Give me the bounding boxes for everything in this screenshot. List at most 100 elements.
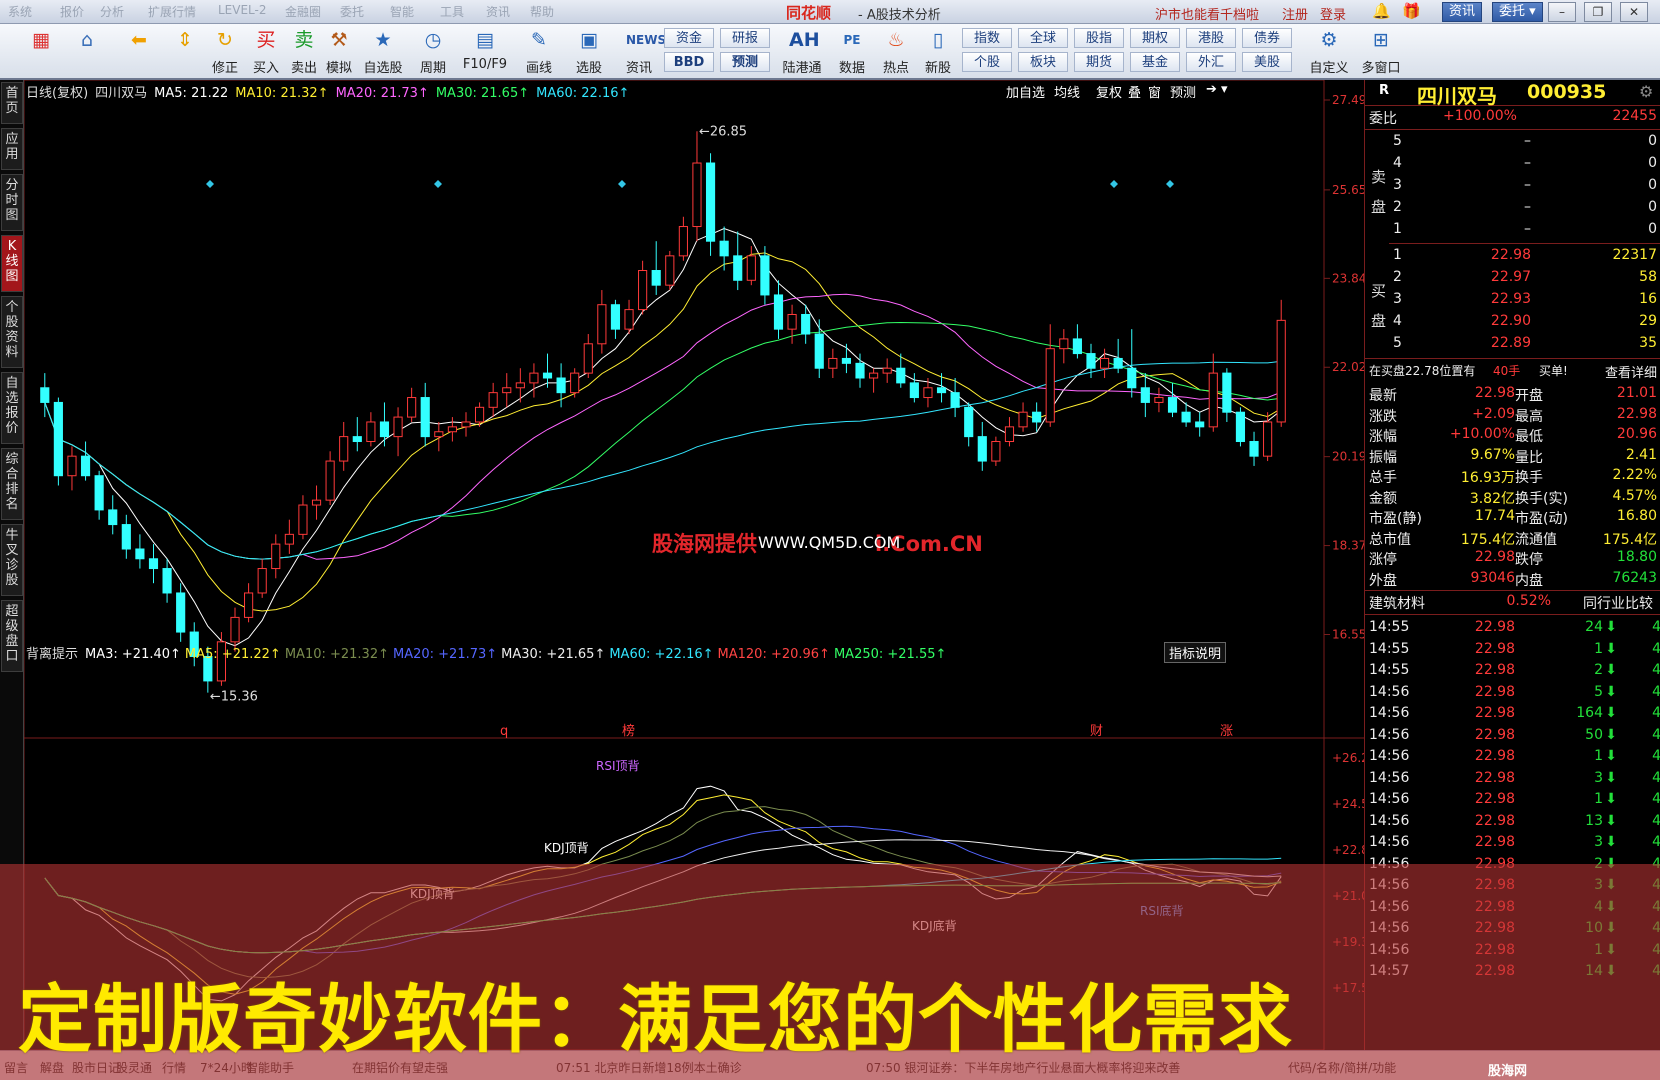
event-marker-icon[interactable] bbox=[1166, 180, 1174, 188]
toolbar-star-icon[interactable]: ★ 自选股 bbox=[360, 27, 406, 76]
side-tab-1[interactable]: 应 用 bbox=[1, 128, 23, 170]
event-tag[interactable]: 榜 bbox=[622, 723, 635, 739]
side-tab-0[interactable]: 首 页 bbox=[1, 82, 23, 124]
event-tag[interactable]: q bbox=[500, 724, 508, 739]
menu-item-1[interactable]: 报价 bbox=[60, 3, 84, 20]
toolbar-label: 数据 bbox=[838, 61, 865, 76]
candle-body bbox=[40, 387, 50, 403]
toolbar-grid-bottom-5[interactable]: 美股 bbox=[1242, 52, 1292, 72]
event-tag[interactable]: 涨 bbox=[1220, 724, 1233, 739]
toolbar-doc-icon[interactable]: ▤ F10/F9 bbox=[462, 27, 508, 72]
toolbar-top-1[interactable]: 研报 bbox=[720, 28, 770, 48]
chart-button-0[interactable]: 加自选 bbox=[1006, 82, 1045, 101]
toolbar-grid-top-5[interactable]: 债券 bbox=[1242, 28, 1292, 48]
indicator-name[interactable]: 背离提示 bbox=[26, 647, 78, 662]
chart-button-2[interactable]: 复权 bbox=[1096, 82, 1122, 101]
side-tab-4[interactable]: 个 股 资 料 bbox=[1, 296, 23, 368]
toolbar-grid-top-3[interactable]: 期权 bbox=[1130, 28, 1180, 48]
toolbar-mid-2[interactable]: ♨ 热点 bbox=[872, 27, 920, 76]
candle-body bbox=[719, 240, 729, 257]
candle-body bbox=[746, 255, 756, 281]
menu-item-7[interactable]: 智能 bbox=[390, 3, 414, 20]
stat-label: 最高 bbox=[1515, 408, 1543, 425]
minimize-button[interactable]: – bbox=[1548, 2, 1576, 22]
toolbar-bottom-1[interactable]: 预测 bbox=[720, 52, 770, 72]
chart-button-1[interactable]: 均线 bbox=[1054, 82, 1080, 101]
toolbar-mid-1[interactable]: PE 数据 bbox=[828, 27, 876, 76]
toolbar-grid-top-4[interactable]: 港股 bbox=[1186, 28, 1236, 48]
menu-item-9[interactable]: 资讯 bbox=[486, 3, 510, 20]
menu-item-4[interactable]: LEVEL-2 bbox=[218, 3, 267, 17]
toolbar-grid-bottom-2[interactable]: 期货 bbox=[1074, 52, 1124, 72]
toolbar-right-0[interactable]: ⚙ 自定义 bbox=[1304, 27, 1354, 76]
menu-item-8[interactable]: 工具 bbox=[440, 3, 464, 20]
login-link[interactable]: 登录 bbox=[1320, 4, 1346, 23]
event-tag[interactable]: 财 bbox=[1090, 724, 1103, 739]
side-tab-5[interactable]: 自 选 报 价 bbox=[1, 372, 23, 444]
toolbar-grid-bottom-4[interactable]: 外汇 bbox=[1186, 52, 1236, 72]
toolbar-clock-icon[interactable]: ◷ 周期 bbox=[410, 27, 456, 76]
event-marker-icon[interactable] bbox=[206, 180, 214, 188]
stat-label: 市盈(动) bbox=[1515, 511, 1568, 527]
side-tab-8[interactable]: 超 级 盘 口 bbox=[1, 600, 23, 672]
event-marker-icon[interactable] bbox=[618, 180, 626, 188]
candle-body bbox=[407, 397, 417, 418]
toolbar-grid-bottom-0[interactable]: 个股 bbox=[962, 52, 1012, 72]
toolbar-bottom-0[interactable]: BBD bbox=[664, 52, 714, 72]
chart-period-label[interactable]: 日线(复权) bbox=[26, 86, 88, 101]
toolbar-right-1[interactable]: ⊞ 多窗口 bbox=[1356, 27, 1406, 76]
menu-item-3[interactable]: 扩展行情 bbox=[148, 3, 196, 20]
side-tab-3[interactable]: K 线 图 bbox=[1, 235, 23, 292]
toolbar-home-icon[interactable]: ⌂ bbox=[64, 27, 110, 57]
toolbar-top-0[interactable]: 资金 bbox=[664, 28, 714, 48]
toolbar-pen-icon[interactable]: ✎ 画线 bbox=[516, 27, 562, 76]
menu-item-2[interactable]: 分析 bbox=[100, 3, 124, 20]
toolbar-news-icon[interactable]: NEWS 资讯 bbox=[616, 27, 666, 76]
toolbar-mid-0[interactable]: AH 陆港通 bbox=[778, 27, 826, 76]
toolbar-screen-icon[interactable]: ▣ 选股 bbox=[566, 27, 612, 76]
toolbar-mid-3[interactable]: ▯ 新股 bbox=[914, 27, 962, 76]
toolbar-grid-bottom-3[interactable]: 基金 bbox=[1130, 52, 1180, 72]
toolbar-back-arrow-icon[interactable]: ⬅ bbox=[116, 27, 162, 57]
event-marker-icon[interactable] bbox=[1110, 180, 1118, 188]
toolbar-grid-icon[interactable]: ▦ bbox=[18, 27, 64, 57]
chart-button-5[interactable]: 预测 bbox=[1170, 82, 1196, 101]
toolbar-hammer-icon[interactable]: ⚒ 模拟 bbox=[316, 27, 362, 76]
peer-compare-button[interactable]: 同行业比较 bbox=[1583, 593, 1653, 613]
toolbar-refresh-icon[interactable]: ↻ 修正 bbox=[202, 27, 248, 76]
menu-item-5[interactable]: 金融圈 bbox=[285, 3, 321, 20]
sub-chart-legend: 背离提示 MA3: +21.40↑ MA5: +21.22↑ MA10: +21.32… bbox=[26, 643, 950, 662]
menu-item-0[interactable]: 系统 bbox=[8, 3, 32, 20]
price: – bbox=[1524, 199, 1531, 215]
info-button[interactable]: 资讯 bbox=[1442, 2, 1483, 22]
detail-link[interactable]: 查看详细 bbox=[1605, 362, 1657, 381]
toolbar-grid-top-0[interactable]: 指数 bbox=[962, 28, 1012, 48]
side-tab-7[interactable]: 牛 叉 诊 股 bbox=[1, 524, 23, 596]
restore-button[interactable]: ❐ bbox=[1584, 2, 1612, 22]
menu-item-10[interactable]: 帮助 bbox=[530, 3, 554, 20]
register-link[interactable]: 注册 bbox=[1282, 4, 1308, 23]
level: 2 bbox=[1393, 199, 1402, 215]
chart-button-4[interactable]: 窗 bbox=[1148, 82, 1161, 101]
note-hands: 40手 bbox=[1493, 364, 1521, 378]
slogan-link[interactable]: 沪市也能看千档啦 bbox=[1155, 4, 1259, 23]
chart-button-3[interactable]: 叠 bbox=[1128, 82, 1141, 101]
toolbar: ▦ ⌂ ⬅ ⇕ ↻ 修正买买入卖卖出 ⚒ 模拟 ★ 自选股 ◷ 周期 ▤ F10/F9 ✎ 画线 ▣ 选股 NEWS… bbox=[0, 24, 1660, 80]
toolbar-grid-bottom-1[interactable]: 板块 bbox=[1018, 52, 1068, 72]
pin-icon[interactable]: ➔ ▾ bbox=[1206, 82, 1228, 97]
menu-item-6[interactable]: 委托 bbox=[340, 3, 364, 20]
stat-label: 外盘 bbox=[1369, 572, 1397, 589]
toolbar-grid-top-1[interactable]: 全球 bbox=[1018, 28, 1068, 48]
event-marker-icon[interactable] bbox=[434, 180, 442, 188]
settings-icon[interactable]: ⚙ bbox=[1639, 82, 1653, 101]
indicator-explain-button[interactable]: 指标说明 bbox=[1164, 642, 1227, 663]
trade-button[interactable]: 委托 ▾ bbox=[1492, 2, 1543, 22]
candle-body bbox=[1018, 411, 1028, 428]
side-tab-6[interactable]: 综 合 排 名 bbox=[1, 448, 23, 520]
close-button[interactable]: ✕ bbox=[1620, 2, 1648, 22]
bell-icon[interactable]: 🔔 bbox=[1372, 2, 1391, 20]
gift-icon[interactable]: 🎁 bbox=[1402, 2, 1421, 20]
toolbar-grid-top-2[interactable]: 股指 bbox=[1074, 28, 1124, 48]
candle-body bbox=[475, 406, 485, 423]
side-tab-2[interactable]: 分 时 图 bbox=[1, 174, 23, 231]
